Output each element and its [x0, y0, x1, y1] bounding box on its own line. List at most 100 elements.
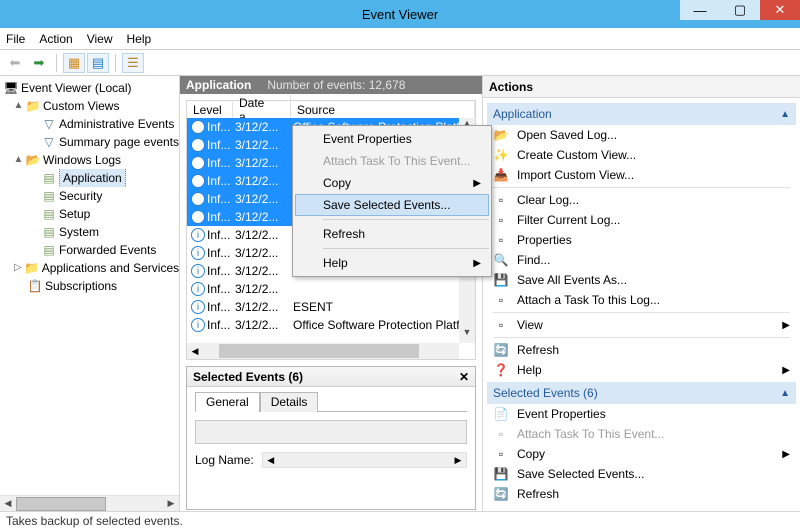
info-icon: i: [191, 300, 205, 314]
action-icon: ❓: [493, 363, 509, 377]
actions-group-application[interactable]: Application▲: [487, 103, 796, 125]
info-icon: i: [191, 210, 205, 224]
context-menu-item[interactable]: Copy▶: [295, 172, 489, 194]
back-button[interactable]: ⬅: [4, 53, 26, 73]
log-icon: ▤: [42, 223, 56, 241]
context-menu-item: Attach Task To This Event...: [295, 150, 489, 172]
context-menu-item[interactable]: Event Properties: [295, 128, 489, 150]
grid-hscrollbar[interactable]: ◀: [187, 343, 459, 359]
action-icon: ▫: [493, 233, 509, 247]
tree-item-system[interactable]: ▤System: [2, 223, 179, 241]
action-item[interactable]: 🔄Refresh: [487, 484, 796, 504]
submenu-arrow-icon: ▶: [473, 178, 481, 189]
logname-hscroll[interactable]: ◀▶: [262, 452, 467, 468]
action-item[interactable]: ▫Copy▶: [487, 444, 796, 464]
info-icon: i: [191, 120, 205, 134]
log-name-label: Log Name:: [195, 453, 254, 467]
tree-custom-views[interactable]: ▲📁Custom Views: [2, 97, 179, 115]
action-pane-toggle[interactable]: ▤: [87, 53, 109, 73]
action-item[interactable]: ▫Filter Current Log...: [487, 210, 796, 230]
menu-action[interactable]: Action: [39, 32, 72, 46]
minimize-button[interactable]: —: [680, 0, 720, 20]
submenu-arrow-icon: ▶: [782, 365, 790, 376]
col-level[interactable]: Level: [187, 102, 233, 118]
action-item[interactable]: ▫Clear Log...: [487, 190, 796, 210]
log-icon: ▤: [42, 241, 56, 259]
scope-tree: 🖥Event Viewer (Local) ▲📁Custom Views ▽Ad…: [0, 76, 180, 511]
list-title: Application: [186, 78, 251, 92]
panel-close-icon[interactable]: ✕: [459, 370, 469, 384]
context-menu: Event PropertiesAttach Task To This Even…: [292, 125, 492, 277]
table-row[interactable]: iInf...3/12/2...: [187, 280, 475, 298]
properties-toolbar-button[interactable]: ☰: [122, 53, 144, 73]
col-source[interactable]: Source: [291, 102, 475, 118]
menu-help[interactable]: Help: [127, 32, 152, 46]
context-menu-item[interactable]: Help▶: [295, 252, 489, 274]
tree-apps-services[interactable]: ▷📁Applications and Services Lo: [2, 259, 179, 277]
tree-hscrollbar[interactable]: ◀▶: [0, 495, 179, 511]
collapse-icon: ▲: [780, 109, 790, 120]
tree-item-application[interactable]: ▤Application: [2, 169, 179, 187]
menu-file[interactable]: File: [6, 32, 25, 46]
action-icon: 📂: [493, 128, 509, 142]
scope-pane-toggle[interactable]: ▦: [63, 53, 85, 73]
status-message: Takes backup of selected events.: [6, 514, 183, 528]
action-item[interactable]: ✨Create Custom View...: [487, 145, 796, 165]
collapse-icon[interactable]: ▲: [14, 151, 23, 169]
action-icon: 📥: [493, 168, 509, 182]
collapse-icon[interactable]: ▲: [14, 97, 23, 115]
info-icon: i: [191, 174, 205, 188]
action-item[interactable]: 🔍Find...: [487, 250, 796, 270]
info-icon: i: [191, 228, 205, 242]
tab-details[interactable]: Details: [260, 392, 319, 412]
tree-windows-logs[interactable]: ▲📂Windows Logs: [2, 151, 179, 169]
close-button[interactable]: ✕: [760, 0, 800, 20]
context-menu-item[interactable]: Refresh: [295, 223, 489, 245]
info-icon: i: [191, 264, 205, 278]
action-item[interactable]: 📄Event Properties: [487, 404, 796, 424]
subscriptions-icon: 📋: [28, 277, 42, 295]
toolbar-separator: [115, 54, 116, 72]
folder-icon: 📁: [25, 259, 39, 277]
menu-view[interactable]: View: [87, 32, 113, 46]
expand-icon[interactable]: ▷: [14, 259, 22, 277]
toolbar-separator: [56, 54, 57, 72]
filter-icon: ▽: [42, 133, 56, 151]
action-item[interactable]: 📂Open Saved Log...: [487, 125, 796, 145]
tree-root[interactable]: 🖥Event Viewer (Local): [2, 79, 179, 97]
info-icon: i: [191, 246, 205, 260]
action-item[interactable]: ▫Attach a Task To this Log...: [487, 290, 796, 310]
action-item[interactable]: ▫Properties: [487, 230, 796, 250]
tree-item[interactable]: ▽Administrative Events: [2, 115, 179, 133]
window-title: Event Viewer: [362, 7, 438, 22]
tree-item-security[interactable]: ▤Security: [2, 187, 179, 205]
action-item[interactable]: 💾Save All Events As...: [487, 270, 796, 290]
tree-subscriptions[interactable]: 📋Subscriptions: [2, 277, 179, 295]
action-item[interactable]: 💾Save Selected Events...: [487, 464, 796, 484]
action-item[interactable]: 🔄Refresh: [487, 340, 796, 360]
tree-item[interactable]: ▽Summary page events: [2, 133, 179, 151]
tab-general[interactable]: General: [195, 392, 260, 412]
actions-pane: Actions Application▲ 📂Open Saved Log...✨…: [483, 76, 800, 511]
info-icon: i: [191, 156, 205, 170]
context-menu-item[interactable]: Save Selected Events...: [295, 194, 489, 216]
action-icon: 💾: [493, 273, 509, 287]
folder-icon: 📂: [26, 151, 40, 169]
actions-group-selected-events[interactable]: Selected Events (6)▲: [487, 382, 796, 404]
action-item[interactable]: 📥Import Custom View...: [487, 165, 796, 185]
submenu-arrow-icon: ▶: [473, 258, 481, 269]
tree-item-forwarded[interactable]: ▤Forwarded Events: [2, 241, 179, 259]
info-icon: i: [191, 282, 205, 296]
action-item[interactable]: ▫View▶: [487, 315, 796, 335]
tree-item-setup[interactable]: ▤Setup: [2, 205, 179, 223]
action-icon: 💾: [493, 467, 509, 481]
log-icon: ▤: [42, 187, 56, 205]
list-header: Application Number of events: 12,678: [180, 76, 482, 94]
action-icon: ✨: [493, 148, 509, 162]
table-row[interactable]: iInf...3/12/2...Office Software Protecti…: [187, 316, 475, 334]
action-icon: ▫: [493, 193, 509, 207]
forward-button[interactable]: ➡: [28, 53, 50, 73]
table-row[interactable]: iInf...3/12/2...ESENT: [187, 298, 475, 316]
maximize-button[interactable]: ▢: [720, 0, 760, 20]
action-item[interactable]: ❓Help▶: [487, 360, 796, 380]
